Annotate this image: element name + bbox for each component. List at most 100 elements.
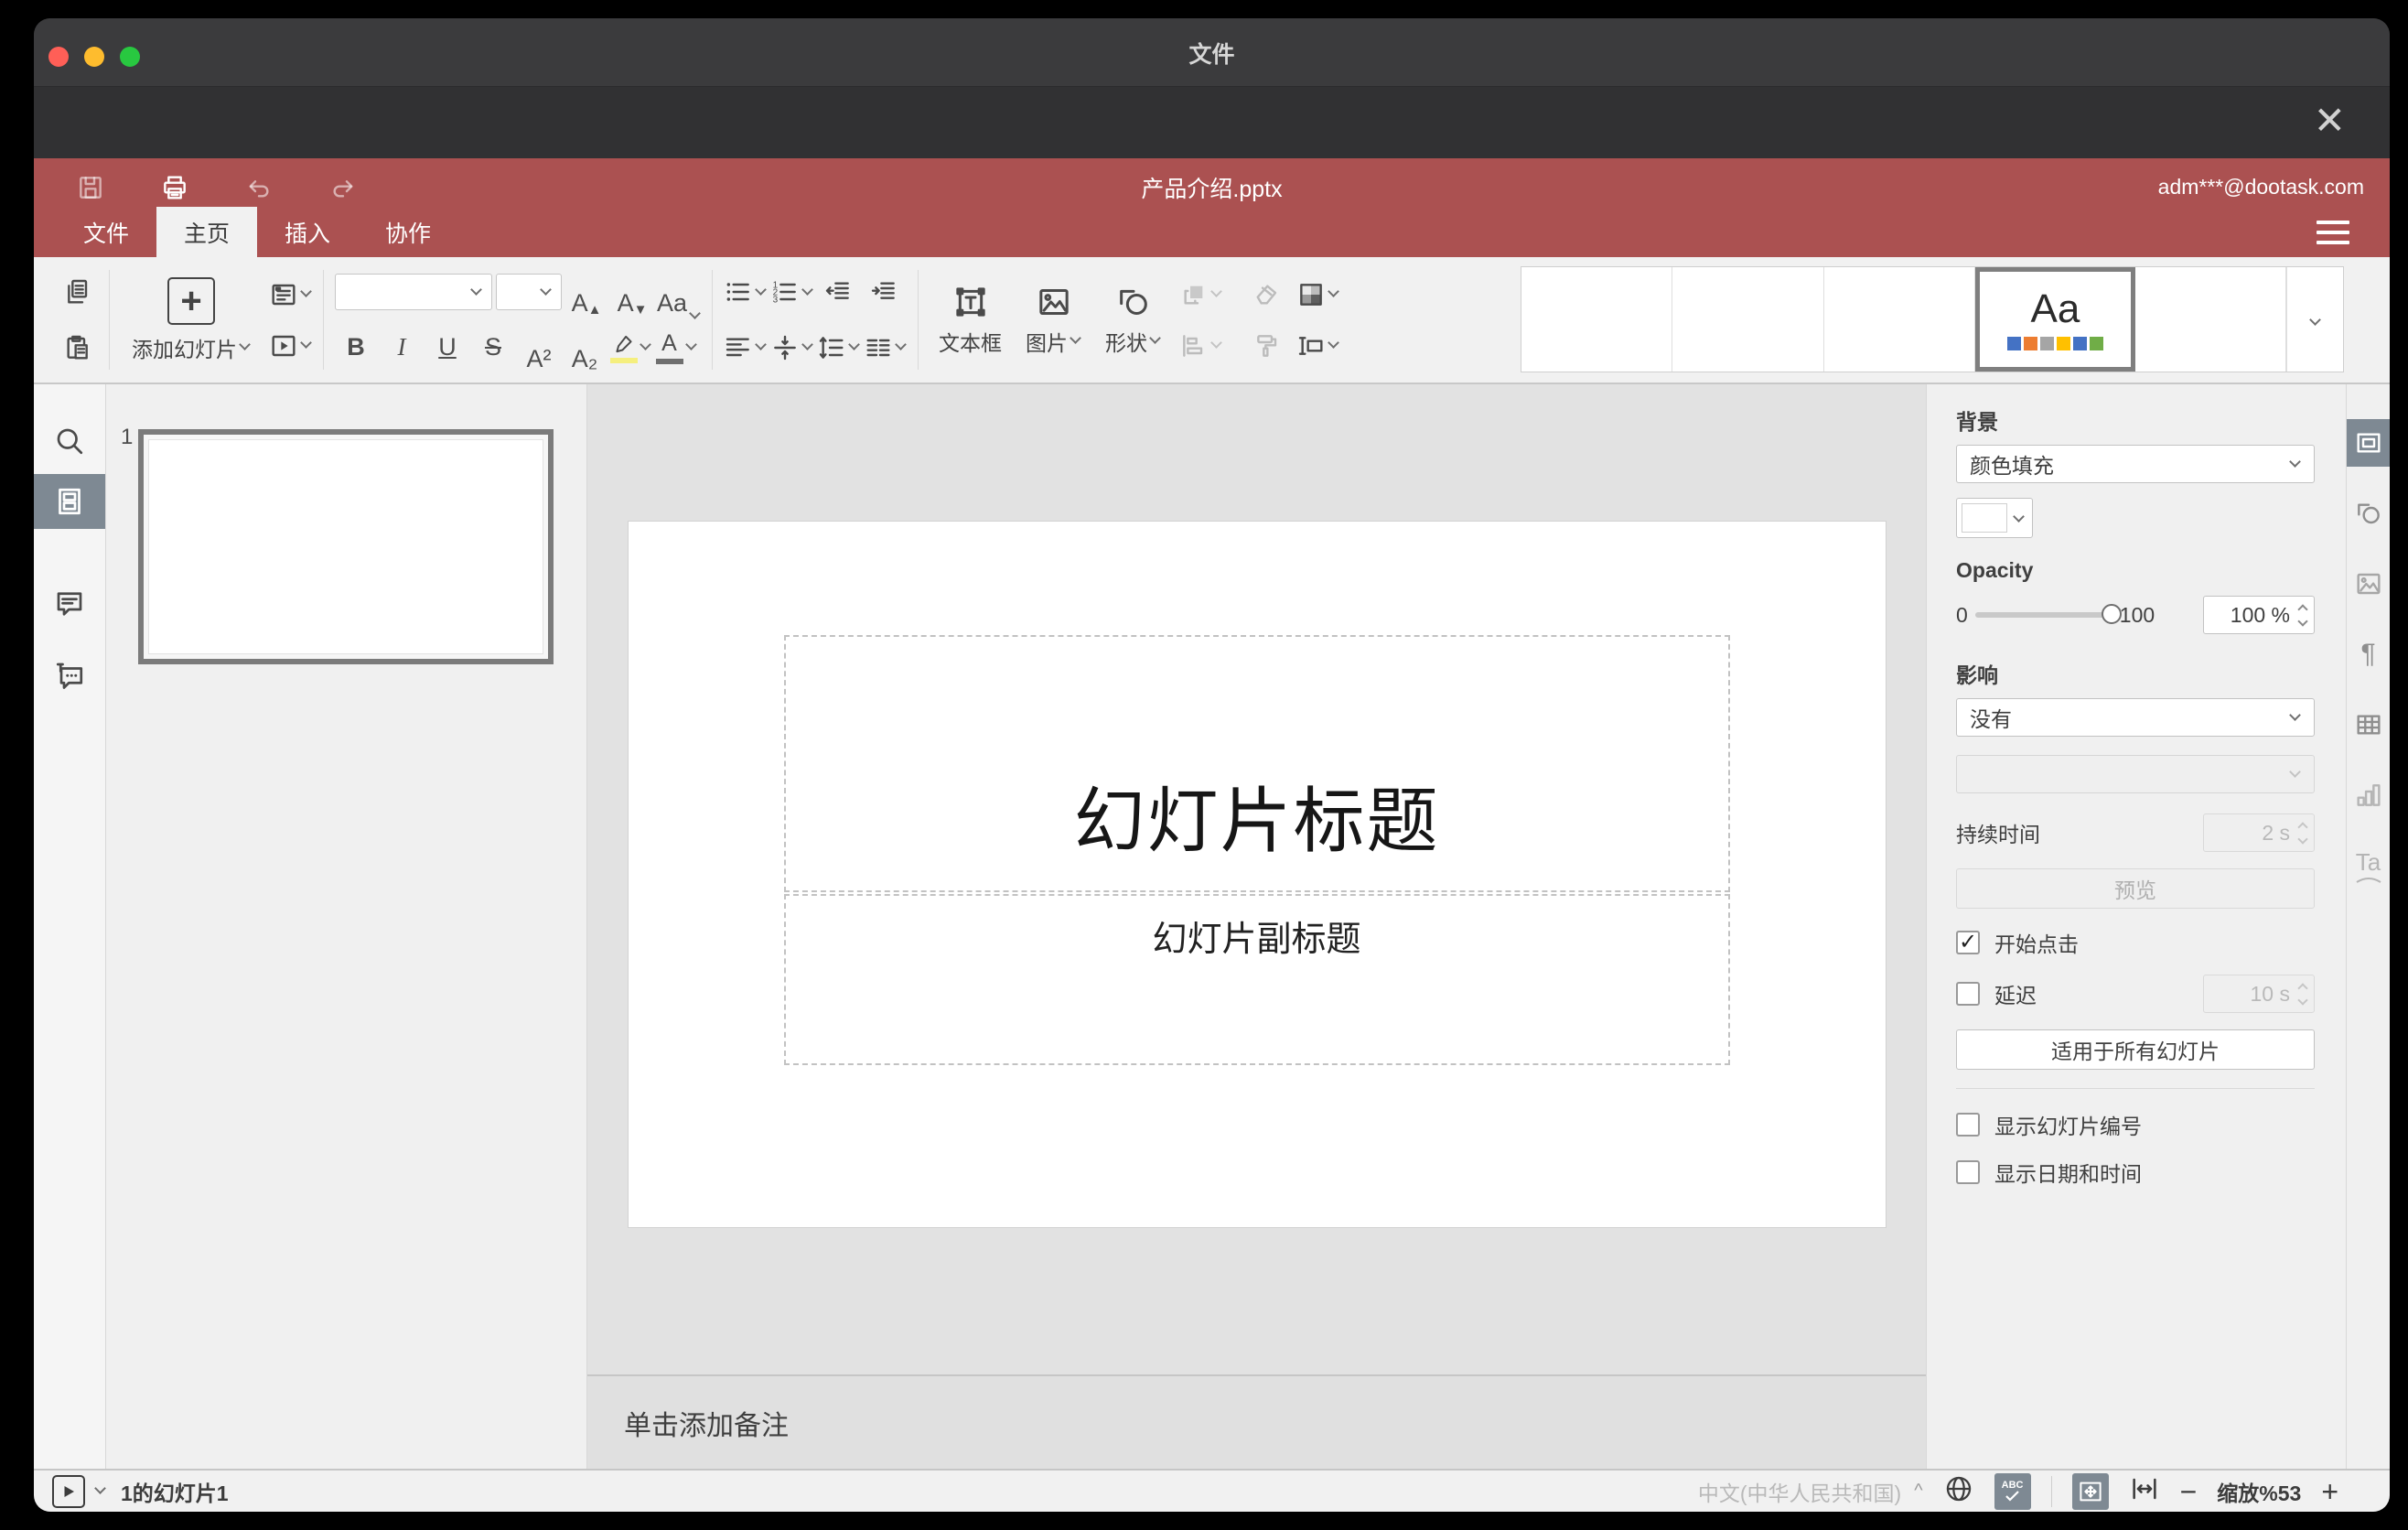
font-size-select[interactable] [496,274,562,311]
change-case-button[interactable]: Aa [657,266,701,320]
close-icon[interactable]: ✕ [2314,102,2346,140]
font-decrease-icon: A [617,289,634,318]
paste-button[interactable] [56,322,98,373]
tab-home[interactable]: 主页 [156,207,258,257]
eraser-button[interactable] [1245,274,1287,316]
numbered-list-button[interactable]: 123 [770,266,813,318]
tab-file[interactable]: 文件 [56,207,156,257]
align-objects-button[interactable] [1179,325,1222,367]
close-window-button[interactable] [48,47,69,67]
highlight-color-button[interactable] [609,322,651,373]
increase-font-button[interactable]: A ▲ [565,266,607,318]
slide-settings-button[interactable] [2347,419,2390,467]
theme-option[interactable] [1521,267,1673,372]
slide-size-button[interactable] [1296,325,1339,367]
spellcheck-button[interactable]: ABC [1994,1472,2031,1510]
minimize-window-button[interactable] [84,47,104,67]
zoom-out-button[interactable]: − [2180,1477,2198,1506]
insert-textbox-button[interactable]: 文本框 [930,280,1011,361]
add-slide-button[interactable]: + 添加幻灯片 [121,272,262,369]
decrease-font-button[interactable]: A ▼ [611,266,653,318]
strikethrough-button[interactable]: S [472,322,514,373]
color-scheme-button[interactable] [1296,274,1339,316]
start-slideshow-button[interactable] [52,1474,85,1508]
apply-to-all-slides-button[interactable]: 适用于所有幻灯片 [1956,1029,2315,1070]
slide-thumbnail-selected[interactable] [138,429,554,664]
chart-settings-button[interactable] [2347,771,2390,819]
zoom-in-button[interactable]: + [2321,1477,2338,1506]
fullscreen-window-button[interactable] [120,47,140,67]
superscript-button[interactable]: A² [518,322,560,373]
underline-button[interactable]: U [426,322,468,373]
opacity-spinner[interactable]: 100 % [2203,596,2315,634]
account-email[interactable]: adm***@dootask.com [2158,175,2364,199]
check-icon: ✓ [1958,930,1978,954]
copy-style-button[interactable] [1245,325,1287,367]
insert-shape-button[interactable]: 形状 [1096,280,1170,361]
font-color-button[interactable]: A [655,322,697,373]
align-objects-icon [1183,334,1203,357]
horizontal-align-button[interactable] [724,322,767,373]
set-language-button[interactable] [1943,1473,1974,1510]
columns-icon [866,339,890,356]
effect-select[interactable]: 没有 [1956,698,2315,737]
increase-indent-button[interactable] [863,266,905,318]
title-placeholder[interactable]: 幻灯片标题 [783,635,1730,892]
theme-option[interactable] [1824,267,1976,372]
preview-button-label: 预览 [2114,878,2156,902]
search-button[interactable] [34,414,105,469]
italic-button[interactable]: I [381,322,423,373]
comments-button[interactable] [34,576,105,631]
vertical-align-button[interactable] [770,322,813,373]
delay-checkbox[interactable] [1956,982,1980,1006]
tab-collaboration[interactable]: 协作 [358,207,458,257]
effect-type-select[interactable] [1956,755,2315,793]
tab-insert[interactable]: 插入 [257,207,358,257]
spellcheck-check-icon [2005,1491,2019,1502]
slideshow-options-chevron[interactable] [94,1482,106,1494]
font-name-select[interactable] [335,274,492,311]
slide-canvas[interactable]: 幻灯片标题 幻灯片副标题 [628,522,1886,1227]
image-settings-button[interactable] [2347,560,2390,608]
opacity-slider[interactable] [1974,604,2122,624]
slides-panel-button[interactable] [34,474,105,529]
subtitle-placeholder[interactable]: 幻灯片副标题 [783,894,1730,1065]
insert-image-button[interactable]: 图片 [1016,280,1091,361]
theme-option[interactable] [1672,267,1824,372]
decrease-indent-button[interactable] [817,266,859,318]
show-slide-number-checkbox[interactable] [1956,1113,1980,1137]
copy-button[interactable] [56,266,98,318]
slide-layout-button[interactable] [269,274,312,316]
theme-option-selected[interactable]: Aa [1975,267,2135,372]
preview-slideshow-button[interactable] [269,325,312,367]
opacity-slider-knob[interactable] [2101,604,2122,624]
bullet-list-button[interactable] [724,266,767,318]
arrange-button[interactable] [1179,274,1222,316]
bold-button[interactable]: B [335,322,377,373]
columns-button[interactable] [864,322,907,373]
zoom-value: 缩放%53 [2217,1481,2302,1505]
duration-spinner[interactable]: 2 s [2203,813,2315,852]
textart-settings-button[interactable]: Ta [2347,842,2390,889]
search-icon [57,428,83,455]
line-spacing-button[interactable] [817,322,860,373]
menu-button[interactable] [2317,221,2349,244]
shape-settings-button[interactable] [2347,490,2390,537]
background-color-picker[interactable] [1956,498,2033,538]
background-fill-select[interactable]: 颜色填充 [1956,445,2315,483]
chat-button[interactable] [34,648,105,703]
fit-to-slide-button[interactable] [2071,1472,2109,1510]
show-date-time-checkbox[interactable] [1956,1160,1980,1184]
theme-option[interactable] [2135,267,2287,372]
opacity-max-label: 100 [2119,602,2155,627]
preview-button[interactable]: 预览 [1956,868,2315,909]
theme-gallery-expand-button[interactable] [2286,267,2343,372]
fit-to-width-button[interactable] [2129,1473,2160,1510]
paragraph-settings-button[interactable]: ¶ [2347,630,2390,678]
delay-spinner[interactable]: 10 s [2203,975,2315,1013]
subscript-button[interactable]: A₂ [564,322,606,373]
start-on-click-checkbox[interactable]: ✓ [1956,931,1980,954]
table-settings-button[interactable] [2347,701,2390,749]
notes-area[interactable]: 单击添加备注 [587,1374,1926,1469]
language-indicator[interactable]: 中文(中华人民共和国) [1698,1476,1901,1507]
